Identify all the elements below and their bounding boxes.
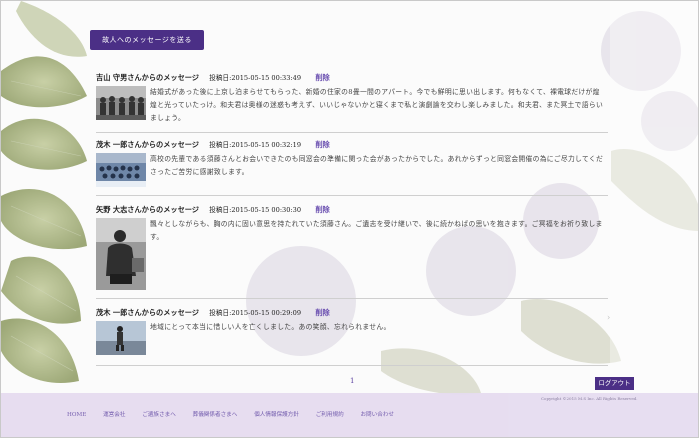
posted-date: 2015-05-15 00:32:19 — [231, 141, 302, 149]
message-item: 矢野 大志さんからのメッセージ 投稿日:2015-05-15 00:30:30 … — [96, 204, 608, 290]
message-text: 地域にとって本当に惜しい人を亡くしました。あの笑顔、忘れられません。 — [150, 323, 391, 331]
sender-name: 吉山 守男さんからのメッセージ — [96, 73, 199, 82]
pagination-page-1[interactable]: 1 — [350, 377, 354, 385]
footer-link-company[interactable]: 運営会社 — [103, 412, 125, 418]
divider — [96, 195, 608, 196]
chevron-right-icon: › — [607, 313, 611, 322]
divider — [96, 298, 608, 299]
message-item: 吉山 守男さんからのメッセージ 投稿日:2015-05-15 00:33:49 … — [96, 72, 608, 122]
footer-link-funeral[interactable]: 葬儀関係者さまへ — [193, 412, 238, 418]
message-item: 茂木 一郎さんからのメッセージ 投稿日:2015-05-15 00:32:19 … — [96, 139, 608, 187]
footer-link-terms[interactable]: ご利用規約 — [316, 412, 344, 418]
message-list-panel: 故人へのメッセージを送る 吉山 守男さんからのメッセージ 投稿日:2015-05… — [88, 1, 610, 393]
posted-date: 2015-05-15 00:30:30 — [231, 206, 302, 214]
divider — [96, 132, 608, 133]
app-window: 故人へのメッセージを送る 吉山 守男さんからのメッセージ 投稿日:2015-05… — [0, 0, 699, 438]
message-header: 茂木 一郎さんからのメッセージ 投稿日:2015-05-15 00:29:09 … — [96, 307, 608, 319]
message-header: 吉山 守男さんからのメッセージ 投稿日:2015-05-15 00:33:49 … — [96, 72, 608, 84]
copyright-text: Copyright ©2015 M.S Inc. All Rights Rese… — [541, 396, 638, 401]
footer-link-bereaved[interactable]: ご遺族さまへ — [142, 412, 176, 418]
sender-name: 茂木 一郎さんからのメッセージ — [96, 308, 199, 317]
posted-date: 2015-05-15 00:33:49 — [231, 74, 302, 82]
footer-link-privacy[interactable]: 個人情報保護方針 — [254, 412, 299, 418]
posted-label: 投稿日: — [209, 206, 232, 214]
posted-date: 2015-05-15 00:29:09 — [231, 309, 302, 317]
send-message-button[interactable]: 故人へのメッセージを送る — [90, 30, 204, 50]
footer-link-home[interactable]: HOME — [67, 412, 86, 418]
delete-link[interactable]: 削除 — [315, 73, 329, 82]
posted-label: 投稿日: — [209, 141, 232, 149]
delete-link[interactable]: 削除 — [315, 205, 329, 214]
message-photo — [96, 86, 146, 120]
message-header: 茂木 一郎さんからのメッセージ 投稿日:2015-05-15 00:32:19 … — [96, 139, 608, 151]
divider — [96, 365, 608, 366]
delete-link[interactable]: 削除 — [315, 308, 329, 317]
footer-nav: HOME 運営会社 ご遺族さまへ 葬儀関係者さまへ 個人情報保護方針 ご利用規約… — [67, 410, 409, 418]
message-photo — [96, 218, 146, 290]
delete-link[interactable]: 削除 — [315, 140, 329, 149]
sender-name: 茂木 一郎さんからのメッセージ — [96, 140, 199, 149]
logout-button[interactable]: ログアウト — [595, 377, 634, 390]
posted-label: 投稿日: — [209, 74, 232, 82]
message-item: 茂木 一郎さんからのメッセージ 投稿日:2015-05-15 00:29:09 … — [96, 307, 608, 355]
posted-label: 投稿日: — [209, 309, 232, 317]
message-photo — [96, 321, 146, 355]
message-header: 矢野 大志さんからのメッセージ 投稿日:2015-05-15 00:30:30 … — [96, 204, 608, 216]
message-text: 飄々としながらも、胸の内に固い意思を持たれていた須藤さん。ご遺志を受け継いで、後… — [150, 220, 603, 241]
sender-name: 矢野 大志さんからのメッセージ — [96, 205, 199, 214]
message-text: 結婚式があった後に上京し泊まらせてもらった、新婚の住家の8畳一間のアパート。今で… — [150, 88, 604, 122]
footer-link-contact[interactable]: お問い合わせ — [360, 412, 394, 418]
message-text: 高校の先輩である須藤さんとお会いできたのも同窓会の準備に関った会があったからでし… — [150, 155, 604, 176]
message-photo — [96, 153, 146, 187]
